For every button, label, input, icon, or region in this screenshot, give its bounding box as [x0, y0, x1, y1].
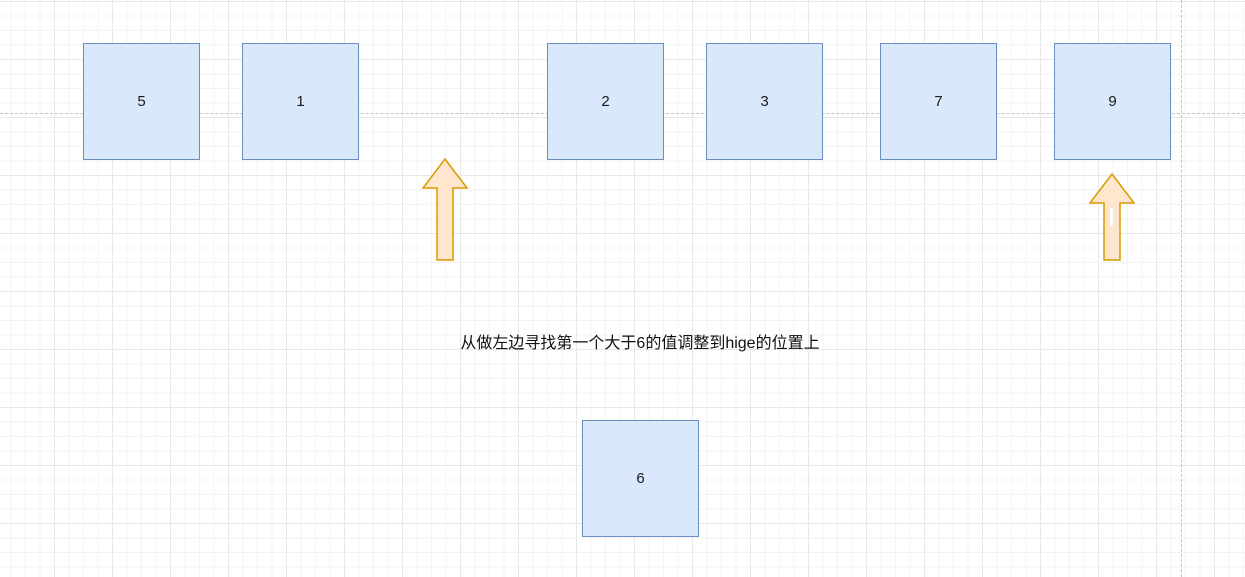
array-box-3-label: 2 — [601, 93, 610, 110]
array-box-4[interactable]: 3 — [706, 43, 823, 160]
array-box-2-label: 1 — [296, 93, 305, 110]
pivot-box[interactable]: 6 — [582, 420, 699, 537]
array-box-1-label: 5 — [137, 93, 146, 110]
array-box-5[interactable]: 7 — [880, 43, 997, 160]
right-pointer-arrow-icon[interactable] — [1088, 173, 1136, 262]
vertical-guide-line — [1181, 0, 1182, 577]
array-box-3[interactable]: 2 — [547, 43, 664, 160]
array-box-5-label: 7 — [934, 93, 943, 110]
array-box-6[interactable]: 9 — [1054, 43, 1171, 160]
pivot-box-label: 6 — [636, 470, 645, 487]
left-pointer-arrow-icon[interactable] — [421, 158, 469, 262]
array-box-4-label: 3 — [760, 93, 769, 110]
array-box-6-label: 9 — [1108, 93, 1117, 110]
caption-text[interactable]: 从做左边寻找第一个大于6的值调整到hige的位置上 — [400, 329, 880, 353]
array-box-1[interactable]: 5 — [83, 43, 200, 160]
array-box-2[interactable]: 1 — [242, 43, 359, 160]
diagram-canvas: 5 1 2 3 7 9 从做左边寻找第一个大于6的值调整到hige的位置上 6 — [0, 0, 1245, 577]
